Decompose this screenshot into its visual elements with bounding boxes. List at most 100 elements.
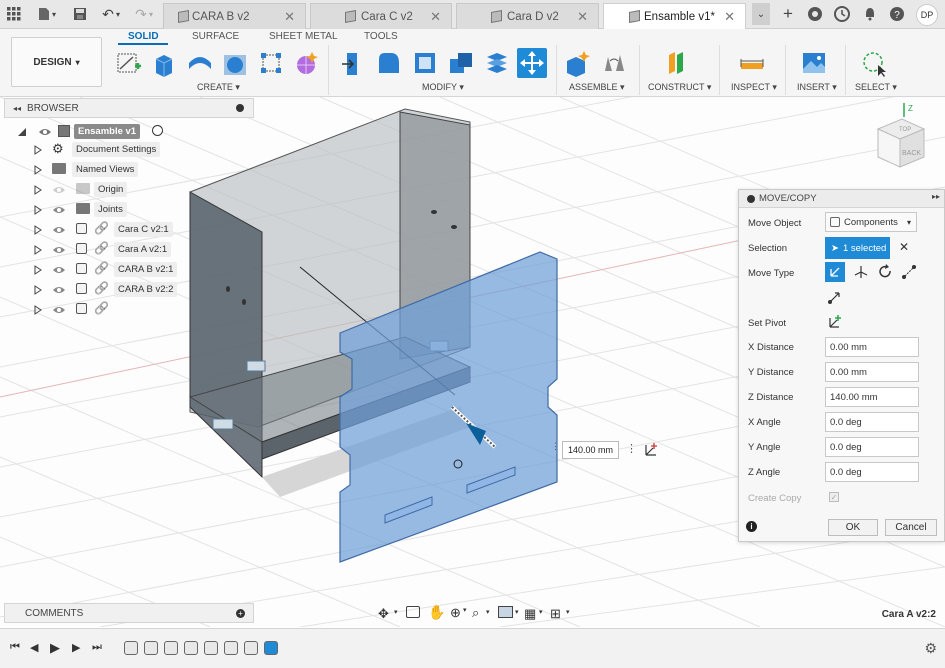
close-icon[interactable]: ✕ bbox=[284, 9, 295, 25]
zoom-dropdown-icon[interactable]: ▾ bbox=[463, 606, 467, 614]
tab-solid[interactable]: SOLID bbox=[128, 31, 159, 42]
first-step-icon[interactable]: ⏮ bbox=[10, 641, 20, 654]
insert-menu[interactable]: INSERT ▾ bbox=[797, 82, 837, 93]
tab-ensamble[interactable]: Ensamble v1* ✕ bbox=[603, 3, 746, 30]
more-options-icon[interactable]: ⋮ bbox=[626, 442, 637, 455]
comments-panel[interactable]: COMMENTS + bbox=[4, 603, 254, 623]
close-icon[interactable]: ✕ bbox=[724, 9, 735, 25]
ok-button[interactable]: OK bbox=[828, 519, 878, 536]
timeline-feature[interactable] bbox=[164, 641, 178, 655]
field-input[interactable]: 0.0 deg bbox=[825, 437, 919, 457]
new-tab-icon[interactable]: + bbox=[778, 4, 798, 24]
fit-icon[interactable]: ⌕ bbox=[472, 605, 479, 621]
timeline-feature[interactable] bbox=[124, 641, 138, 655]
timeline-feature-active[interactable] bbox=[264, 641, 278, 655]
collapse-icon[interactable] bbox=[236, 104, 244, 112]
timeline-feature[interactable] bbox=[224, 641, 238, 655]
measure-icon[interactable] bbox=[737, 48, 767, 78]
close-icon[interactable]: ✕ bbox=[577, 9, 588, 25]
pan-icon[interactable]: ✋ bbox=[428, 604, 445, 621]
offset-plane-icon[interactable] bbox=[662, 48, 692, 78]
field-input[interactable]: 140.00 mm bbox=[825, 387, 919, 407]
expand-arrows-icon[interactable]: ▸▸ bbox=[932, 192, 940, 201]
select-menu[interactable]: SELECT ▾ bbox=[855, 82, 897, 93]
modify-menu[interactable]: MODIFY ▾ bbox=[422, 82, 464, 93]
expand-triangle-icon[interactable] bbox=[34, 185, 42, 195]
help-icon[interactable]: ? bbox=[887, 4, 907, 24]
expand-triangle-icon[interactable] bbox=[34, 305, 42, 315]
field-input[interactable]: 0.0 deg bbox=[825, 412, 919, 432]
redo-dropdown-icon[interactable]: ▾ bbox=[146, 4, 156, 24]
display-settings-icon[interactable] bbox=[498, 606, 513, 618]
expand-triangle-icon[interactable] bbox=[34, 225, 42, 235]
shell-icon[interactable] bbox=[410, 48, 440, 78]
close-icon[interactable]: ✕ bbox=[430, 9, 441, 25]
create-sketch-icon[interactable] bbox=[114, 48, 144, 78]
last-step-icon[interactable]: ⏭ bbox=[92, 641, 102, 654]
revolve-icon[interactable] bbox=[185, 48, 215, 78]
collapse-icon[interactable] bbox=[747, 195, 755, 203]
save-icon[interactable] bbox=[70, 4, 90, 24]
play-icon[interactable]: ▶ bbox=[50, 640, 60, 656]
selection-button[interactable]: ➤ 1 selected bbox=[825, 237, 890, 259]
extensions-icon[interactable] bbox=[805, 4, 825, 24]
expand-triangle-icon[interactable] bbox=[34, 205, 42, 215]
timeline-feature[interactable] bbox=[144, 641, 158, 655]
workspace-selector[interactable]: DESIGN ▾ bbox=[11, 37, 102, 87]
expand-triangle-icon[interactable] bbox=[34, 265, 42, 275]
eye-icon[interactable] bbox=[52, 205, 66, 215]
app-grid-icon[interactable] bbox=[4, 4, 24, 24]
collapse-arrows-icon[interactable]: ◂◂ bbox=[13, 104, 21, 113]
point-to-position-icon[interactable] bbox=[825, 287, 845, 307]
zoom-icon[interactable]: ⊕ bbox=[450, 605, 461, 621]
expand-triangle-icon[interactable] bbox=[34, 245, 42, 255]
new-component-icon[interactable] bbox=[562, 48, 592, 78]
look-at-icon[interactable] bbox=[406, 606, 420, 618]
extrude-icon[interactable] bbox=[149, 48, 179, 78]
activate-radio-icon[interactable] bbox=[152, 125, 163, 136]
joint-icon[interactable] bbox=[599, 48, 629, 78]
assemble-menu[interactable]: ASSEMBLE ▾ bbox=[569, 82, 625, 93]
notifications-icon[interactable] bbox=[860, 4, 880, 24]
expanded-triangle-icon[interactable] bbox=[18, 127, 26, 137]
expand-triangle-icon[interactable] bbox=[34, 165, 42, 175]
tab-tools[interactable]: TOOLS bbox=[364, 31, 398, 42]
eye-icon[interactable] bbox=[52, 225, 66, 235]
info-icon[interactable]: i bbox=[746, 521, 757, 532]
create-copy-checkbox[interactable]: ✓ bbox=[829, 492, 839, 502]
eye-icon[interactable] bbox=[52, 285, 66, 295]
point-to-point-icon[interactable] bbox=[899, 262, 919, 282]
add-comment-icon[interactable]: + bbox=[236, 609, 245, 618]
rotate-icon[interactable] bbox=[875, 262, 895, 282]
tab-surface[interactable]: SURFACE bbox=[192, 31, 239, 42]
file-menu-dropdown-icon[interactable]: ▾ bbox=[48, 4, 60, 24]
viewports-icon[interactable]: ⊞ bbox=[550, 606, 561, 622]
viewcube[interactable]: Z TOP BACK bbox=[862, 99, 932, 179]
display-dropdown-icon[interactable]: ▾ bbox=[515, 608, 519, 616]
axis-direction-icon[interactable] bbox=[642, 441, 660, 459]
eye-icon[interactable] bbox=[52, 305, 66, 315]
fit-dropdown-icon[interactable]: ▾ bbox=[486, 608, 490, 616]
combine-icon[interactable] bbox=[446, 48, 476, 78]
field-input[interactable]: 0.00 mm bbox=[825, 362, 919, 382]
eye-icon[interactable] bbox=[52, 185, 66, 195]
fillet-icon[interactable] bbox=[374, 48, 404, 78]
translate-icon[interactable] bbox=[851, 262, 871, 282]
free-move-icon[interactable] bbox=[825, 262, 845, 282]
eye-icon[interactable] bbox=[52, 265, 66, 275]
tab-cara-c[interactable]: Cara C v2 ✕ bbox=[310, 3, 452, 29]
field-input[interactable]: 0.0 deg bbox=[825, 462, 919, 482]
timeline-feature[interactable] bbox=[244, 641, 258, 655]
move-copy-icon[interactable] bbox=[517, 48, 547, 78]
insert-canvas-icon[interactable] bbox=[799, 48, 829, 78]
select-icon[interactable] bbox=[859, 48, 889, 78]
pattern-icon[interactable] bbox=[256, 48, 286, 78]
inspect-menu[interactable]: INSPECT ▾ bbox=[731, 82, 777, 93]
construct-menu[interactable]: CONSTRUCT ▾ bbox=[648, 82, 711, 93]
cancel-button[interactable]: Cancel bbox=[885, 519, 937, 536]
eye-icon[interactable] bbox=[38, 127, 52, 137]
field-input[interactable]: 0.00 mm bbox=[825, 337, 919, 357]
avatar[interactable]: DP bbox=[916, 4, 938, 26]
grid-dropdown-icon[interactable]: ▾ bbox=[539, 608, 543, 616]
timeline-settings-icon[interactable]: ⚙ bbox=[924, 640, 937, 657]
